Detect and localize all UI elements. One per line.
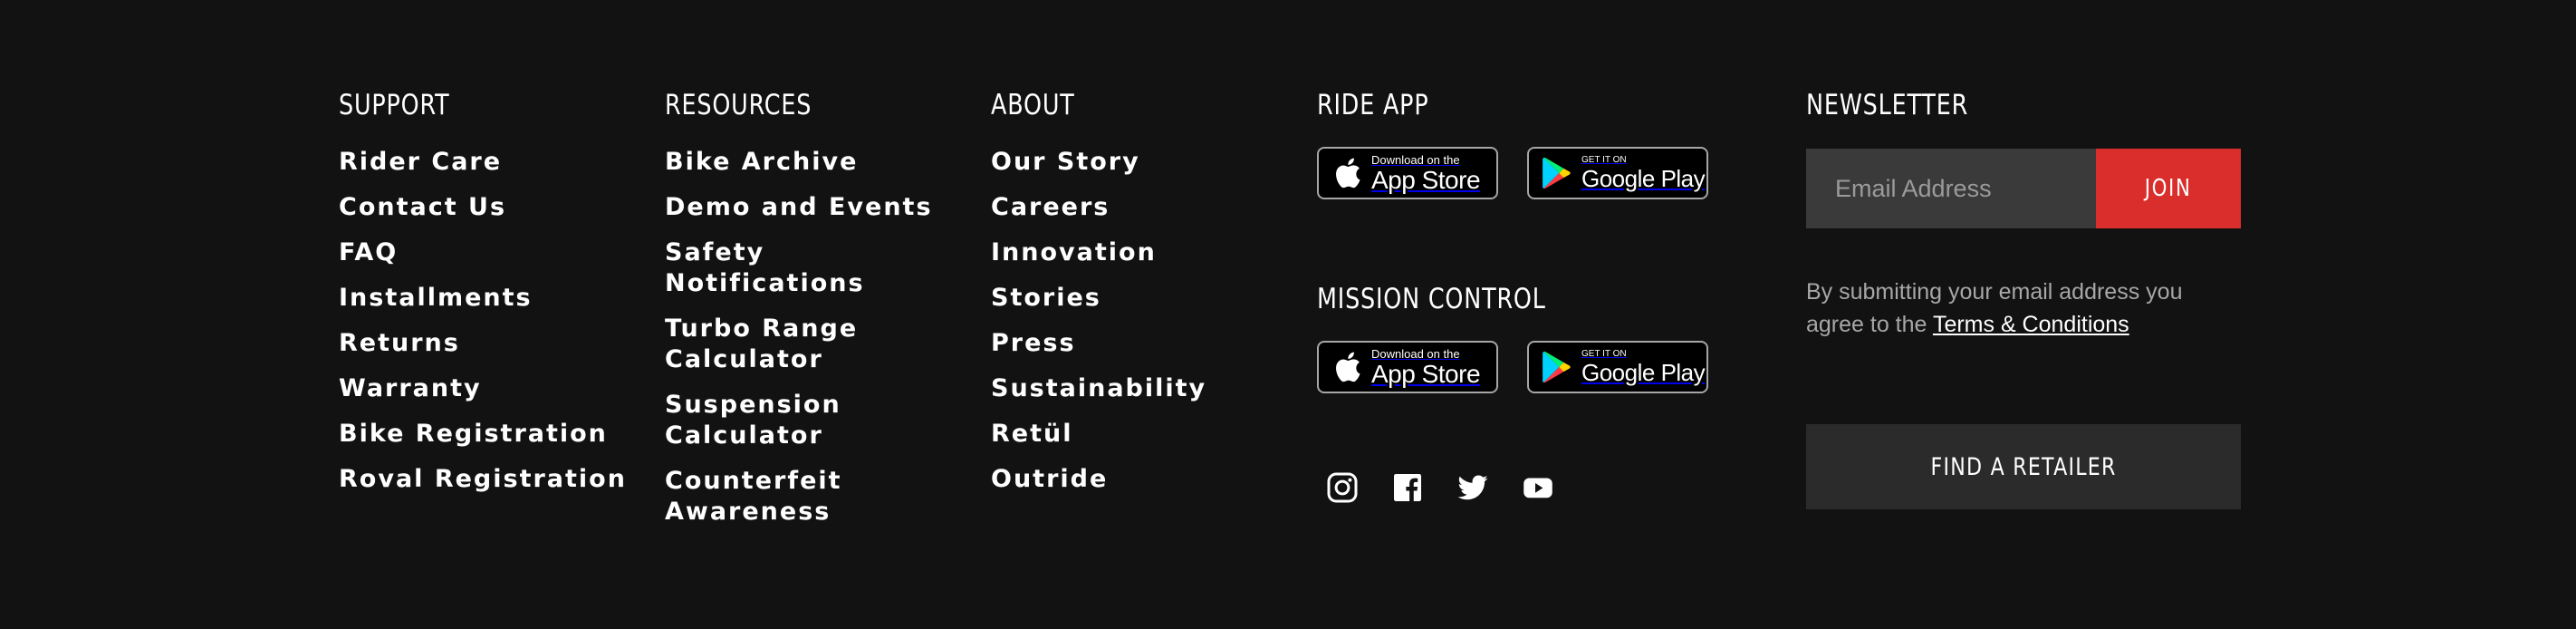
- innovation-link[interactable]: Innovation: [991, 238, 1157, 266]
- apps-column: RIDE APP Download on the App Store GET I…: [1317, 87, 1788, 504]
- google-play-big-text: Google Play: [1581, 359, 1706, 386]
- youtube-link[interactable]: [1522, 471, 1554, 504]
- support-links: Rider Care Contact Us FAQ Installments R…: [339, 147, 647, 495]
- apple-icon: [1336, 352, 1360, 382]
- ride-app-badges: Download on the App Store GET IT ON Goog…: [1317, 147, 1788, 199]
- link-outride: Outride: [991, 464, 1299, 495]
- google-play-icon: [1543, 157, 1571, 189]
- newsletter-heading: NEWSLETTER: [1806, 89, 1969, 121]
- link-installments: Installments: [339, 283, 647, 314]
- link-bike-registration: Bike Registration: [339, 419, 647, 450]
- link-roval-registration: Roval Registration: [339, 464, 647, 495]
- link-innovation: Innovation: [991, 237, 1299, 268]
- warranty-link[interactable]: Warranty: [339, 374, 482, 402]
- faq-link[interactable]: FAQ: [339, 238, 398, 266]
- link-counterfeit-awareness: Counterfeit Awareness: [665, 466, 973, 527]
- youtube-icon: [1523, 478, 1552, 498]
- resources-heading: RESOURCES: [665, 89, 812, 121]
- twitter-icon: [1457, 475, 1488, 500]
- join-button[interactable]: JOIN: [2096, 149, 2241, 228]
- suspension-calculator-link[interactable]: Suspension Calculator: [665, 391, 841, 450]
- ride-app-heading: RIDE APP: [1317, 89, 1429, 121]
- about-heading: ABOUT: [991, 89, 1075, 121]
- careers-link[interactable]: Careers: [991, 193, 1110, 221]
- app-store-text: Download on the App Store: [1371, 152, 1481, 194]
- link-turbo-range-calculator: Turbo Range Calculator: [665, 314, 973, 375]
- newsletter-column: NEWSLETTER JOIN By submitting your email…: [1806, 87, 2241, 509]
- mission-control-badges: Download on the App Store GET IT ON Goog…: [1317, 341, 1788, 393]
- join-button-label: JOIN: [2145, 175, 2192, 202]
- link-safety-notifications: Safety Notifications: [665, 237, 973, 299]
- social-links: [1326, 471, 1788, 504]
- link-returns: Returns: [339, 328, 647, 359]
- link-rider-care: Rider Care: [339, 147, 647, 178]
- mission-control-app-store-badge[interactable]: Download on the App Store: [1317, 341, 1498, 393]
- about-links: Our Story Careers Innovation Stories Pre…: [991, 147, 1299, 495]
- google-play-small-text: GET IT ON: [1581, 155, 1627, 165]
- sustainability-link[interactable]: Sustainability: [991, 374, 1206, 402]
- roval-registration-link[interactable]: Roval Registration: [339, 465, 627, 493]
- google-play-icon: [1543, 351, 1571, 383]
- link-warranty: Warranty: [339, 373, 647, 404]
- google-play-text: GET IT ON Google Play: [1581, 155, 1706, 192]
- google-play-small-text: GET IT ON: [1581, 349, 1627, 359]
- outride-link[interactable]: Outride: [991, 465, 1108, 493]
- twitter-link[interactable]: [1456, 471, 1489, 504]
- stories-link[interactable]: Stories: [991, 284, 1101, 312]
- facebook-icon: [1394, 474, 1421, 501]
- ride-app-app-store-badge[interactable]: Download on the App Store: [1317, 147, 1498, 199]
- link-bike-archive: Bike Archive: [665, 147, 973, 178]
- link-demo-and-events: Demo and Events: [665, 192, 973, 223]
- apple-icon: [1336, 158, 1360, 189]
- instagram-link[interactable]: [1326, 471, 1359, 504]
- google-play-big-text: Google Play: [1581, 165, 1706, 192]
- app-store-small-text: Download on the: [1371, 152, 1460, 167]
- contact-us-link[interactable]: Contact Us: [339, 193, 506, 221]
- rider-care-link[interactable]: Rider Care: [339, 148, 502, 176]
- resources-links: Bike Archive Demo and Events Safety Noti…: [665, 147, 973, 527]
- find-retailer-label: FIND A RETAILER: [1930, 452, 2117, 481]
- support-column: SUPPORT Rider Care Contact Us FAQ Instal…: [339, 87, 647, 509]
- newsletter-form: JOIN: [1806, 149, 2241, 228]
- our-story-link[interactable]: Our Story: [991, 148, 1140, 176]
- about-column: ABOUT Our Story Careers Innovation Stori…: [991, 87, 1299, 509]
- email-input[interactable]: [1806, 149, 2096, 228]
- turbo-range-calculator-link[interactable]: Turbo Range Calculator: [665, 314, 858, 373]
- installments-link[interactable]: Installments: [339, 284, 533, 312]
- link-suspension-calculator: Suspension Calculator: [665, 390, 973, 451]
- facebook-link[interactable]: [1391, 471, 1424, 504]
- app-store-big-text: App Store: [1371, 359, 1481, 388]
- link-faq: FAQ: [339, 237, 647, 268]
- mission-control-heading: MISSION CONTROL: [1317, 283, 1546, 315]
- demo-and-events-link[interactable]: Demo and Events: [665, 193, 933, 221]
- find-retailer-button[interactable]: FIND A RETAILER: [1806, 424, 2241, 509]
- bike-archive-link[interactable]: Bike Archive: [665, 148, 858, 176]
- safety-notifications-link[interactable]: Safety Notifications: [665, 238, 865, 297]
- link-stories: Stories: [991, 283, 1299, 314]
- link-retul: Retül: [991, 419, 1299, 450]
- returns-link[interactable]: Returns: [339, 329, 460, 357]
- app-store-big-text: App Store: [1371, 165, 1481, 194]
- app-store-text: Download on the App Store: [1371, 346, 1481, 388]
- newsletter-disclaimer: By submitting your email address you agr…: [1806, 276, 2241, 341]
- press-link[interactable]: Press: [991, 329, 1076, 357]
- resources-column: RESOURCES Bike Archive Demo and Events S…: [665, 87, 973, 542]
- site-footer: SUPPORT Rider Care Contact Us FAQ Instal…: [0, 0, 2576, 629]
- link-careers: Careers: [991, 192, 1299, 223]
- app-store-small-text: Download on the: [1371, 346, 1460, 361]
- bike-registration-link[interactable]: Bike Registration: [339, 420, 608, 448]
- link-sustainability: Sustainability: [991, 373, 1299, 404]
- ride-app-google-play-badge[interactable]: GET IT ON Google Play: [1527, 147, 1708, 199]
- mission-control-google-play-badge[interactable]: GET IT ON Google Play: [1527, 341, 1708, 393]
- instagram-icon: [1327, 472, 1358, 503]
- google-play-text: GET IT ON Google Play: [1581, 349, 1706, 386]
- counterfeit-awareness-link[interactable]: Counterfeit Awareness: [665, 467, 842, 526]
- retul-link[interactable]: Retül: [991, 420, 1073, 448]
- link-contact-us: Contact Us: [339, 192, 647, 223]
- link-press: Press: [991, 328, 1299, 359]
- support-heading: SUPPORT: [339, 89, 450, 121]
- terms-conditions-link[interactable]: Terms & Conditions: [1933, 312, 2129, 337]
- link-our-story: Our Story: [991, 147, 1299, 178]
